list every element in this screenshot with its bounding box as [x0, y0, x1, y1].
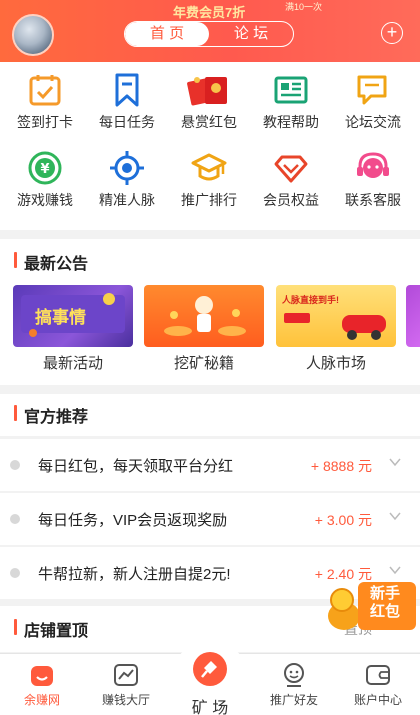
list-item-amount: + 8888 元 — [310, 458, 372, 474]
headset-icon — [355, 150, 391, 186]
red-envelope-icon — [187, 72, 231, 108]
grid-item-forum[interactable]: 论坛交流 — [331, 64, 415, 140]
list-item-text: 牛帮拉新，新人注册自提2元! — [38, 566, 231, 583]
tab-invite-friends[interactable]: 推广好友 — [252, 654, 336, 715]
add-button[interactable]: + — [381, 22, 403, 44]
grid-item-checkin[interactable]: 签到打卡 — [3, 64, 87, 140]
chat-bubble-icon — [355, 72, 391, 108]
yuan-coin-icon: ¥ — [27, 150, 63, 186]
grid-item-label: 签到打卡 — [17, 114, 73, 130]
section-title-announcements: 最新公告 — [14, 250, 88, 274]
banner-promo-text: 年费会员7折 — [173, 5, 246, 20]
graduation-cap-icon — [191, 150, 227, 186]
list-item-text: 每日红包，每天领取平台分红 — [38, 458, 234, 475]
grid-item-vip-benefits[interactable]: 会员权益 — [249, 142, 333, 218]
card-label: 最新活动 — [42, 355, 103, 372]
list-item-amount: + 3.00 元 — [314, 512, 372, 528]
section-title-shop: 店铺置顶 — [14, 617, 88, 641]
newspaper-icon — [273, 72, 309, 108]
announcement-card-contacts[interactable]: 人脉直接到手! — [276, 285, 396, 347]
shovel-icon — [193, 652, 227, 686]
grid-item-reward-envelope[interactable]: 悬赏红包 — [167, 64, 251, 140]
face-icon — [281, 662, 307, 688]
tab-label: 赚钱大厅 — [101, 693, 150, 707]
contacts-banner-text: 人脉直接到手! — [282, 295, 339, 305]
activity-banner-text: 搞事情 — [35, 308, 86, 327]
tab-account-center[interactable]: 账户中心 — [336, 654, 420, 715]
grid-item-label: 精准人脉 — [99, 192, 155, 208]
grid-item-label: 联系客服 — [345, 192, 401, 208]
chevron-down-icon[interactable] — [388, 509, 402, 523]
svg-text:¥: ¥ — [40, 162, 49, 177]
tab-earn-hall[interactable]: 赚钱大厅 — [84, 654, 168, 715]
card-label: 挖矿秘籍 — [173, 355, 234, 372]
diamond-icon — [273, 150, 309, 186]
bullet-dot — [10, 514, 20, 524]
grid-item-customer-service[interactable]: 联系客服 — [331, 142, 415, 218]
tab-home[interactable]: 首 页 — [125, 22, 209, 46]
card-label: 人脉市场 — [305, 355, 366, 372]
grid-item-label: 游戏赚钱 — [17, 192, 73, 208]
list-item-text: 每日任务，VIP会员返现奖励 — [38, 512, 228, 529]
grid-item-label: 每日任务 — [99, 114, 155, 130]
tab-label: 余赚网 — [23, 693, 60, 707]
list-item[interactable]: 每日红包，每天领取平台分红 + 8888 元 — [0, 439, 420, 491]
grid-item-tutorial[interactable]: 教程帮助 — [249, 64, 333, 140]
chart-icon — [113, 662, 139, 688]
grid-item-label: 论坛交流 — [345, 114, 401, 130]
announcement-card-more[interactable] — [406, 285, 420, 347]
badge-line-1: 新手 — [370, 585, 401, 602]
bullet-dot — [10, 568, 20, 578]
tab-label: 账户中心 — [353, 693, 402, 707]
chevron-down-icon[interactable] — [388, 455, 402, 469]
avatar[interactable] — [12, 14, 54, 56]
crosshair-icon — [109, 150, 145, 186]
wallet-icon — [365, 662, 391, 688]
badge-line-2: 红包 — [370, 603, 401, 620]
banner-side-text: 满10一次 — [285, 2, 323, 12]
tab-label: 推广好友 — [269, 693, 318, 707]
newbie-red-packet-badge[interactable]: 新手 红包 — [322, 576, 420, 634]
tab-forum[interactable]: 论 坛 — [209, 22, 293, 46]
feature-grid: 签到打卡 每日任务 悬赏红包 教程帮助 论坛交流 ¥ 游戏赚钱 精准人脉 推广排… — [0, 62, 420, 230]
grid-item-precise-contacts[interactable]: 精准人脉 — [85, 142, 169, 218]
grid-item-daily-task[interactable]: 每日任务 — [85, 64, 169, 140]
announcement-card-activity[interactable]: 搞事情 — [13, 285, 133, 347]
grid-item-game-earn[interactable]: ¥ 游戏赚钱 — [3, 142, 87, 218]
grid-item-label: 悬赏红包 — [181, 114, 237, 130]
top-tab-switch: 首 页 论 坛 — [124, 21, 294, 47]
home-icon — [29, 662, 55, 688]
tab-label: 矿 场 — [191, 700, 229, 715]
bullet-dot — [10, 460, 20, 470]
tab-yuzhuan-home[interactable]: 余赚网 — [0, 654, 84, 715]
section-title-recommend: 官方推荐 — [14, 403, 88, 427]
grid-item-label: 会员权益 — [263, 192, 319, 208]
bookmark-icon — [109, 72, 145, 108]
list-item[interactable]: 每日任务，VIP会员返现奖励 + 3.00 元 — [0, 493, 420, 545]
grid-item-promo-rank[interactable]: 推广排行 — [167, 142, 251, 218]
calendar-check-icon — [27, 72, 63, 108]
grid-item-label: 推广排行 — [181, 192, 237, 208]
newbie-badge-text: 新手 红包 — [370, 585, 400, 621]
mining-banner-image — [164, 296, 246, 336]
chevron-down-icon[interactable] — [388, 563, 402, 577]
grid-item-label: 教程帮助 — [263, 114, 319, 130]
announcement-card-mining[interactable] — [144, 285, 264, 347]
